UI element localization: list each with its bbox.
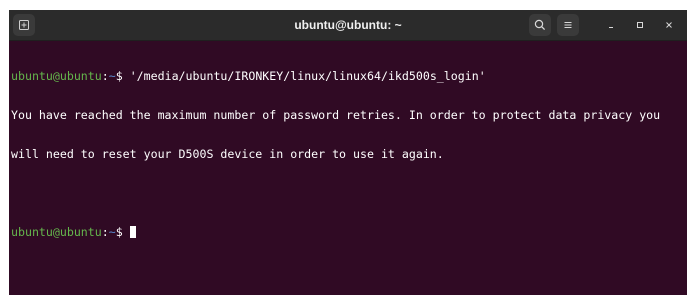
- window-title: ubuntu@ubuntu: ~: [294, 18, 402, 32]
- prompt-user-host: ubuntu@ubuntu: [11, 225, 102, 239]
- titlebar: ubuntu@ubuntu: ~: [9, 10, 687, 41]
- prompt-user-host: ubuntu@ubuntu: [11, 69, 102, 83]
- search-icon: [534, 19, 546, 31]
- search-button[interactable]: [529, 14, 551, 36]
- prompt-symbol: $: [115, 225, 130, 239]
- minimize-button[interactable]: [601, 14, 621, 36]
- output-line: will need to reset your D500S device in …: [11, 147, 444, 161]
- hamburger-menu-icon: [564, 22, 572, 28]
- prompt-separator: :: [101, 69, 109, 83]
- command-line: ubuntu@ubuntu:~$ '/media/ubuntu/IRONKEY/…: [11, 70, 685, 83]
- command-text: '/media/ubuntu/IRONKEY/linux/linux64/ikd…: [129, 69, 486, 83]
- prompt-symbol: $: [115, 69, 130, 83]
- terminal-window: ubuntu@ubuntu: ~ ubuntu@ubuntu:~$ '/medi…: [9, 10, 687, 295]
- terminal-output[interactable]: ubuntu@ubuntu:~$ '/media/ubuntu/IRONKEY/…: [11, 44, 685, 265]
- minimize-icon: [609, 27, 613, 28]
- menu-button[interactable]: [557, 14, 579, 36]
- text-cursor: [129, 226, 136, 238]
- prompt-separator: :: [101, 225, 109, 239]
- active-prompt-line: ubuntu@ubuntu:~$: [11, 226, 685, 239]
- close-icon: [666, 22, 672, 28]
- prompt-path: ~: [108, 225, 116, 239]
- maximize-icon: [637, 22, 643, 28]
- prompt-path: ~: [108, 69, 116, 83]
- close-button[interactable]: [659, 14, 679, 36]
- maximize-button[interactable]: [630, 14, 650, 36]
- output-line: You have reached the maximum number of p…: [11, 108, 661, 122]
